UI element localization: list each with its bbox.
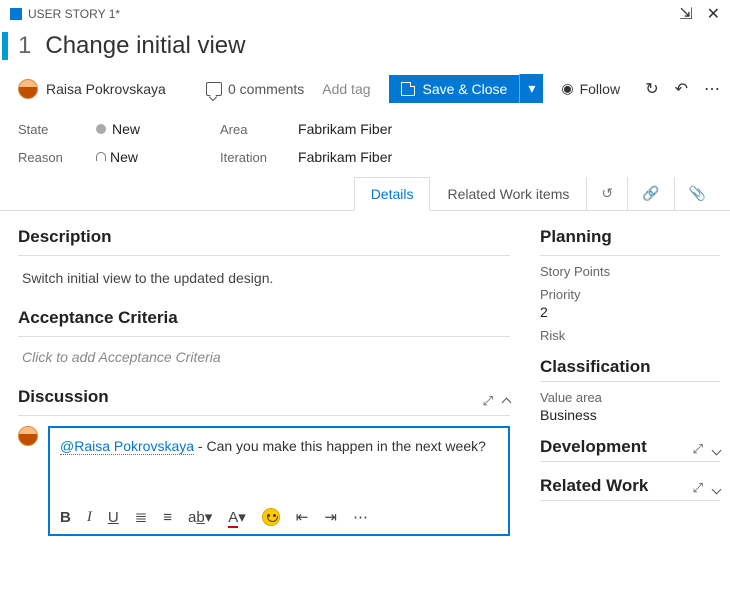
tab-bar: Details Related Work items ↺ 🔗 📎 [0,177,730,211]
area-label: Area [220,122,280,137]
priority-label: Priority [540,287,720,302]
development-expand-icon[interactable]: ⤢ [693,441,703,457]
indent-button[interactable]: ⇥ [324,508,337,526]
divider [540,461,720,462]
comment-icon [206,82,222,96]
follow-button[interactable]: ◉ Follow [561,80,620,97]
discussion-heading: Discussion [18,387,109,407]
discussion-text: - Can you make this happen in the next w… [194,438,486,454]
editor-more-button[interactable]: ⋯ [353,508,368,526]
state-dot-icon [96,124,106,134]
work-item-id: 1 [18,32,31,60]
follow-eye-icon: ◉ [561,80,573,97]
iteration-label: Iteration [220,150,280,165]
divider [18,336,510,337]
comments-count[interactable]: 0 comments [206,81,304,97]
divider [540,500,720,501]
rich-text-toolbar: B I U ≣ ≡ ab̲▾ A▾ ⇤ ⇥ ⋯ [50,500,508,534]
discussion-collapse-icon[interactable] [503,393,510,409]
save-dropdown-caret[interactable]: ▾ [519,74,543,103]
accent-bar [2,32,8,60]
outdent-button[interactable]: ⇤ [296,508,309,526]
undo-button[interactable]: ↶ [675,79,688,99]
development-collapse-icon[interactable] [713,441,720,457]
bold-button[interactable]: B [60,509,71,526]
related-work-collapse-icon[interactable] [713,480,720,496]
divider [540,255,720,256]
related-work-heading: Related Work [540,476,648,496]
mention-link[interactable]: @Raisa Pokrovskaya [60,438,194,455]
discussion-expand-icon[interactable]: ⤢ [483,393,493,409]
save-close-button[interactable]: Save & Close [389,75,520,103]
save-icon [401,82,415,96]
value-area-value[interactable]: Business [540,407,720,423]
titlebar-type-label: USER STORY 1* [28,7,120,21]
discussion-editor[interactable]: @Raisa Pokrovskaya - Can you make this h… [48,426,510,536]
tab-links-icon[interactable]: 🔗 [627,177,673,210]
reason-value[interactable]: New [96,149,138,165]
planning-heading: Planning [540,227,720,247]
avatar-icon [18,79,38,99]
assigned-to-field[interactable]: Raisa Pokrovskaya [18,79,188,99]
risk-label: Risk [540,328,720,343]
work-item-title[interactable]: Change initial view [45,32,245,60]
divider [18,415,510,416]
comment-avatar-icon [18,426,38,446]
font-color-button[interactable]: A▾ [228,508,246,526]
reason-label: Reason [18,150,78,165]
work-item-type-icon [10,8,22,20]
save-close-split-button: Save & Close ▾ [389,74,544,103]
description-heading: Description [18,227,510,247]
divider [18,255,510,256]
close-icon[interactable]: ✕ [707,4,720,24]
priority-value[interactable]: 2 [540,304,720,320]
development-heading: Development [540,437,647,457]
classification-heading: Classification [540,357,651,377]
highlight-color-button[interactable]: ab̲▾ [188,508,212,526]
numbered-list-button[interactable]: ≡ [163,509,172,526]
related-work-expand-icon[interactable]: ⤢ [693,480,703,496]
state-label: State [18,122,78,137]
value-area-label: Value area [540,390,720,405]
tab-related-work-items[interactable]: Related Work items [430,177,586,210]
iteration-value[interactable]: Fabrikam Fiber [298,149,392,165]
more-actions-button[interactable]: ⋯ [704,79,720,99]
story-points-label: Story Points [540,264,720,279]
tab-details[interactable]: Details [354,177,431,211]
divider [540,381,720,382]
lock-icon [96,152,106,161]
acceptance-placeholder[interactable]: Click to add Acceptance Criteria [18,345,510,387]
restore-window-icon[interactable]: ⇲ [679,4,692,24]
italic-button[interactable]: I [87,509,92,526]
area-value[interactable]: Fabrikam Fiber [298,121,392,137]
assigned-to-name: Raisa Pokrovskaya [46,81,166,97]
underline-button[interactable]: U [108,509,119,526]
refresh-button[interactable]: ↻ [645,79,658,99]
add-tag-button[interactable]: Add tag [322,81,370,97]
bulleted-list-button[interactable]: ≣ [135,508,148,526]
tab-history-icon[interactable]: ↺ [586,177,627,210]
state-value[interactable]: New [96,121,140,137]
description-text[interactable]: Switch initial view to the updated desig… [18,264,510,308]
tab-attachments-icon[interactable]: 📎 [674,177,720,210]
emoji-button[interactable] [262,508,280,526]
acceptance-heading: Acceptance Criteria [18,308,510,328]
